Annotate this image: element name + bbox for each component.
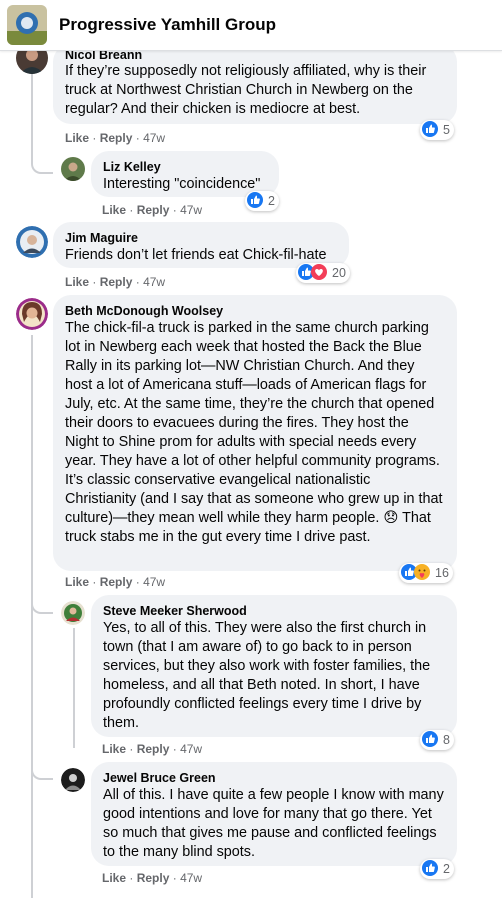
comment-time[interactable]: 47w — [143, 275, 165, 289]
group-avatar[interactable] — [7, 5, 47, 45]
reply-action[interactable]: Reply — [137, 871, 170, 885]
comment-actions: Like · Reply · 47w — [102, 870, 202, 886]
comment-author[interactable]: Beth McDonough Woolsey — [65, 303, 445, 319]
reply-action[interactable]: Reply — [100, 575, 133, 589]
reaction-summary[interactable]: 5 — [420, 120, 454, 140]
comment-author[interactable]: Jim Maguire — [65, 230, 337, 246]
reply-action[interactable]: Reply — [137, 203, 170, 217]
group-header: Progressive Yamhill Group — [0, 0, 502, 51]
like-action[interactable]: Like — [65, 275, 89, 289]
comment-text: Yes, to all of this. They were also the … — [103, 620, 431, 731]
comment-author[interactable]: Liz Kelley — [103, 159, 267, 175]
comment-text: Interesting "coincidence" — [103, 176, 261, 192]
separator: · — [92, 575, 97, 589]
thread-line — [73, 628, 75, 748]
reply-connector — [31, 160, 53, 174]
comment-text: Friends don’t let friends eat Chick-fil-… — [65, 247, 327, 263]
comment-text: If they’re supposedly not religiously af… — [65, 63, 427, 117]
comment-time[interactable]: 47w — [143, 575, 165, 589]
comment-actions: Like · Reply · 47w — [65, 574, 165, 590]
avatar[interactable] — [61, 768, 85, 792]
reaction-summary[interactable]: 2 — [420, 859, 454, 879]
reaction-count: 8 — [443, 733, 450, 747]
comment-actions: Like · Reply · 47w — [102, 202, 202, 218]
thread-line — [31, 335, 33, 898]
like-icon — [422, 859, 438, 879]
reply-action[interactable]: Reply — [100, 275, 133, 289]
like-icon — [422, 730, 438, 750]
separator: · — [129, 871, 134, 885]
reaction-summary[interactable]: 2 — [245, 191, 279, 211]
separator: · — [172, 742, 177, 756]
like-action[interactable]: Like — [65, 575, 89, 589]
avatar[interactable] — [16, 226, 48, 258]
separator: · — [172, 203, 177, 217]
reaction-summary[interactable]: 8 — [420, 730, 454, 750]
comment-actions: Like · Reply · 47w — [102, 741, 202, 757]
reaction-summary[interactable]: 20 — [296, 263, 350, 283]
like-action[interactable]: Like — [65, 131, 89, 145]
comment-bubble: Jewel Bruce Green All of this. I have qu… — [91, 762, 457, 866]
group-name[interactable]: Progressive Yamhill Group — [59, 15, 276, 35]
like-action[interactable]: Like — [102, 203, 126, 217]
reply-connector — [31, 594, 53, 614]
comment-actions: Like · Reply · 47w — [65, 130, 165, 146]
like-action[interactable]: Like — [102, 742, 126, 756]
comment-bubble: Steve Meeker Sherwood Yes, to all of thi… — [91, 595, 457, 737]
reaction-summary[interactable]: 16 — [399, 563, 453, 583]
love-icon — [311, 263, 327, 283]
comment-time[interactable]: 47w — [180, 203, 202, 217]
separator: · — [92, 131, 97, 145]
separator: · — [172, 871, 177, 885]
comment-text: All of this. I have quite a few people I… — [103, 787, 444, 860]
avatar[interactable] — [16, 298, 48, 330]
comment-bubble: Nicol Breann If they’re supposedly not r… — [53, 44, 457, 124]
reply-action[interactable]: Reply — [137, 742, 170, 756]
avatar[interactable] — [61, 157, 85, 181]
separator: · — [92, 275, 97, 289]
reaction-count: 20 — [332, 266, 346, 280]
like-action[interactable]: Like — [102, 871, 126, 885]
separator: · — [129, 742, 134, 756]
comment-author[interactable]: Steve Meeker Sherwood — [103, 603, 445, 619]
comment-actions: Like · Reply · 47w — [65, 274, 165, 290]
like-icon — [247, 191, 263, 211]
comment-bubble: Beth McDonough Woolsey The chick-fil-a t… — [53, 295, 457, 571]
reaction-count: 2 — [443, 862, 450, 876]
comment-text: The chick-fil-a truck is parked in the s… — [65, 320, 443, 545]
comment-time[interactable]: 47w — [180, 742, 202, 756]
reaction-count: 5 — [443, 123, 450, 137]
separator: · — [135, 275, 140, 289]
reply-connector — [31, 760, 53, 780]
reaction-count: 16 — [435, 566, 449, 580]
comment-time[interactable]: 47w — [143, 131, 165, 145]
comment-time[interactable]: 47w — [180, 871, 202, 885]
avatar[interactable] — [61, 601, 85, 625]
comment-author[interactable]: Jewel Bruce Green — [103, 770, 445, 786]
separator: · — [129, 203, 134, 217]
comment-author[interactable]: Nicol Breann — [65, 50, 445, 60]
reaction-count: 2 — [268, 194, 275, 208]
care-icon — [414, 563, 430, 583]
comment-bubble: Liz Kelley Interesting "coincidence" — [91, 151, 279, 197]
separator: · — [135, 131, 140, 145]
reply-action[interactable]: Reply — [100, 131, 133, 145]
comment-bubble: Jim Maguire Friends don’t let friends ea… — [53, 222, 349, 268]
separator: · — [135, 575, 140, 589]
like-icon — [422, 120, 438, 140]
